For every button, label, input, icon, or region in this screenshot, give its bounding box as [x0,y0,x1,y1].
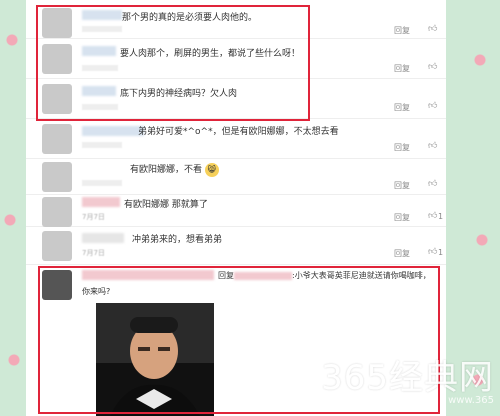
thumbs-up-icon[interactable]: 👍︎ [428,141,437,151]
watermark-text: 365经典网 [321,358,494,398]
reply-button[interactable]: 回复 [394,248,410,259]
thumbs-up-icon[interactable]: 👍︎ [428,101,437,111]
username[interactable] [82,233,124,243]
reply-button[interactable]: 回复 [394,142,410,153]
username[interactable] [82,126,144,136]
reply-button[interactable]: 回复 [394,180,410,191]
timestamp: 7月7日 [82,213,105,221]
comment-item: 有欧阳娜娜，不看 😸 回复 👍︎ [26,158,446,195]
comment-text: 有欧阳娜娜 那就算了 [124,200,208,210]
comment-item: 冲弟弟来的，想看弟弟 7月7日 回复 👍︎ 1 [26,226,446,265]
comment-text-content: 有欧阳娜娜，不看 [130,165,203,175]
comment-text: 弟弟好可爱*^o^*，但是有欧阳娜娜，不太想去看 [138,127,339,137]
like-count: 1 [438,212,444,221]
reply-button[interactable]: 回复 [394,212,410,223]
timestamp [82,142,122,148]
avatar[interactable] [42,231,72,261]
thumbs-up-icon[interactable]: 👍︎ [428,247,437,257]
comment-text: 有欧阳娜娜，不看 😸 [130,162,219,177]
emoji-icon: 😸 [204,162,219,177]
avatar[interactable] [42,162,72,192]
comment-item: 有欧阳娜娜 那就算了 7月7日 回复 👍︎ 1 [26,194,446,227]
watermark: 365经典网 www.365 [321,350,494,406]
username[interactable] [82,197,120,207]
avatar[interactable] [42,197,72,227]
comment-text: 冲弟弟来的，想看弟弟 [132,235,223,245]
reply-button[interactable]: 回复 [394,102,410,113]
reply-button[interactable]: 回复 [394,63,410,74]
avatar[interactable] [42,124,72,154]
highlight-box [36,5,310,121]
reply-button[interactable]: 回复 [394,25,410,36]
like-count: 1 [438,248,444,257]
timestamp: 7月7日 [82,249,105,257]
thumbs-up-icon[interactable]: 👍︎ [428,62,437,72]
timestamp [82,180,122,186]
thumbs-up-icon[interactable]: 👍︎ [428,179,437,189]
comment-item: 弟弟好可爱*^o^*，但是有欧阳娜娜，不太想去看 回复 👍︎ [26,118,446,159]
thumbs-up-icon[interactable]: 👍︎ [428,24,437,34]
thumbs-up-icon[interactable]: 👍︎ [428,211,437,221]
